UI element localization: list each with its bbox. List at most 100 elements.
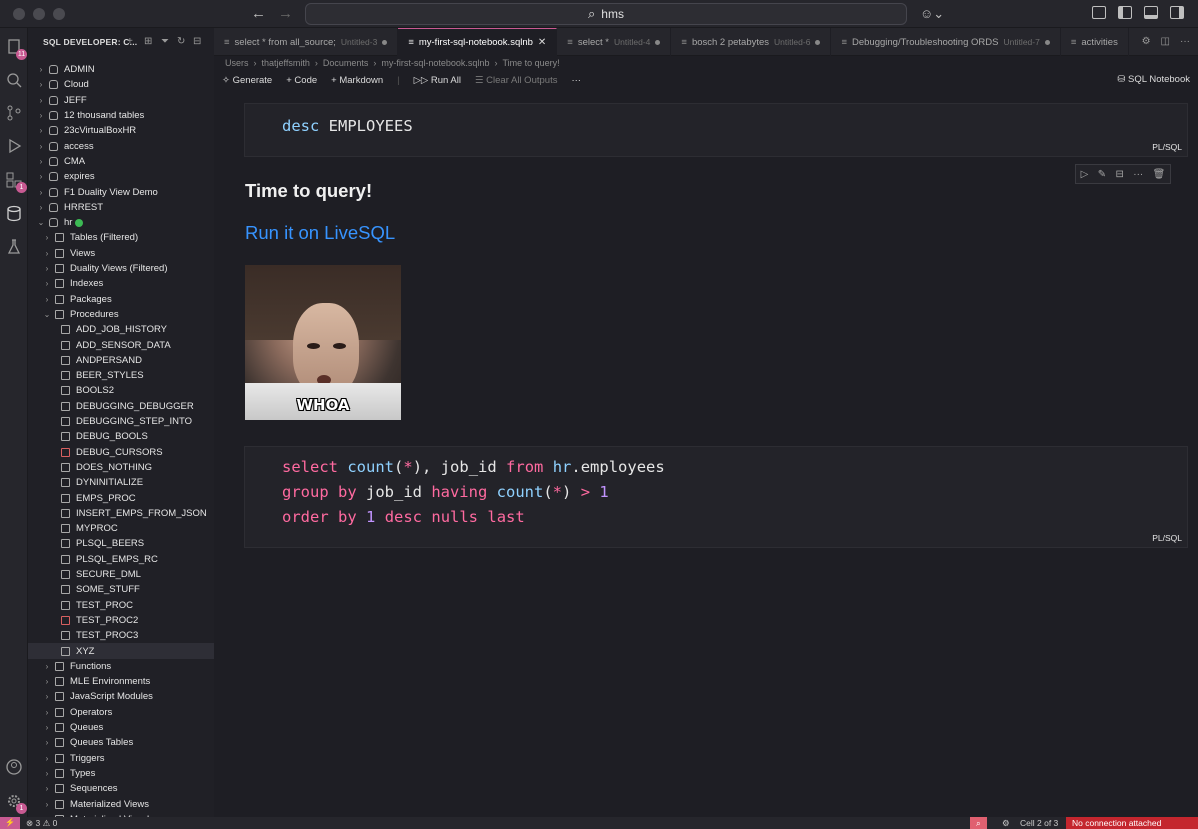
tree-item[interactable]: ADD_JOB_HISTORY [28,322,214,337]
tree-item[interactable]: › JEFF [28,93,214,108]
chevron-right-icon[interactable]: › [42,264,52,273]
tree-item[interactable]: INSERT_EMPS_FROM_JSON [28,506,214,521]
chevron-right-icon[interactable]: › [36,203,46,212]
chevron-right-icon[interactable]: › [42,279,52,288]
editor-tab[interactable]: ≡ activities [1061,28,1129,56]
tree-item[interactable]: › Triggers [28,751,214,766]
cell-language-label[interactable]: PL/SQL [1152,533,1182,543]
tree-item[interactable]: › F1 Duality View Demo [28,184,214,199]
more-icon[interactable]: ··· [1133,169,1143,180]
source-control-icon[interactable] [5,104,23,122]
tree-item[interactable]: › Sequences [28,781,214,796]
chevron-right-icon[interactable]: › [36,188,46,197]
code-cell-1-editor[interactable]: desc EMPLOYEES [282,114,413,139]
editor-tab[interactable]: ≡ select * Untitled-4 [557,28,672,56]
copilot-icon[interactable]: ☺⌄ [920,6,944,22]
sql-developer-icon[interactable] [5,205,23,223]
breadcrumb-item[interactable]: thatjeffsmith [262,58,310,68]
gear-icon[interactable]: ⚙ [1142,36,1151,47]
split-cell-icon[interactable]: ⊟ [1115,169,1123,180]
settings-gear-icon[interactable]: 1 [5,792,27,814]
tree-item[interactable]: › access [28,139,214,154]
breadcrumb-item[interactable]: Documents [323,58,369,68]
kernel-picker[interactable]: ⛁ SQL Notebook [1117,74,1190,85]
layout-icon[interactable] [1092,6,1106,19]
chevron-right-icon[interactable]: › [36,142,46,151]
livesql-link[interactable]: Run it on LiveSQL [245,222,395,244]
tree-item[interactable]: XYZ [28,643,214,659]
tree-item[interactable]: › Tables (Filtered) [28,230,214,245]
account-icon[interactable] [5,758,23,776]
toggle-panel-icon[interactable] [1144,6,1158,19]
clear-all-outputs-button[interactable]: ☰ Clear All Outputs [475,75,557,86]
chevron-right-icon[interactable]: › [36,126,46,135]
tree-item[interactable]: SECURE_DML [28,567,214,582]
tree-item[interactable]: PLSQL_EMPS_RC [28,552,214,567]
chevron-right-icon[interactable]: › [36,111,46,120]
tree-item[interactable]: TEST_PROC [28,598,214,613]
unsaved-dot-icon[interactable] [815,39,821,45]
explorer-icon[interactable]: 11 [5,38,27,60]
chevron-right-icon[interactable]: › [42,708,52,717]
problems-status[interactable]: ⊗ 3 ⚠ 0 [26,818,57,829]
chevron-right-icon[interactable]: › [42,249,52,258]
tree-item[interactable]: BOOLS2 [28,383,214,398]
cell-language-label[interactable]: PL/SQL [1152,142,1182,152]
chevron-right-icon[interactable]: › [42,692,52,701]
chevron-right-icon[interactable]: › [42,769,52,778]
editor-tab[interactable]: ≡ select * from all_source; Untitled-3 [214,28,399,56]
chevron-right-icon[interactable]: › [42,754,52,763]
refresh-icon[interactable]: ↻ [177,37,187,47]
testing-flask-icon[interactable] [5,238,23,256]
tree-item[interactable]: › Queues [28,720,214,735]
back-arrow-icon[interactable]: ← [251,5,266,22]
tree-item[interactable]: DEBUGGING_DEBUGGER [28,399,214,414]
toggle-secondary-sidebar-icon[interactable] [1170,6,1184,19]
tree-item[interactable]: › HRREST [28,200,214,215]
add-markdown-cell-button[interactable]: + Markdown [331,75,383,86]
tree-item[interactable]: › Types [28,766,214,781]
tree-item[interactable]: › expires [28,169,214,184]
tree-item[interactable]: EMPS_PROC [28,490,214,505]
code-cell-1[interactable]: desc EMPLOYEES PL/SQL [244,103,1188,157]
close-window-button[interactable] [13,8,25,20]
search-icon[interactable] [5,71,23,89]
chevron-right-icon[interactable]: › [42,233,52,242]
tree-item[interactable]: › Operators [28,705,214,720]
chevron-right-icon[interactable]: › [42,295,52,304]
more-actions-button[interactable]: ··· [571,75,581,86]
tree-item[interactable]: › Indexes [28,276,214,291]
tree-item[interactable]: › 12 thousand tables [28,108,214,123]
chevron-right-icon[interactable]: › [42,723,52,732]
code-cell-2[interactable]: select count(*), job_id from hr.employee… [244,446,1188,548]
code-cell-2-editor[interactable]: select count(*), job_id from hr.employee… [282,455,665,530]
editor-tab[interactable]: ≡ bosch 2 petabytes Untitled-6 [671,28,832,56]
tree-item[interactable]: ANDPERSAND [28,353,214,368]
breadcrumb-item[interactable]: my-first-sql-notebook.sqlnb [381,58,489,68]
chevron-right-icon[interactable]: › [36,96,46,105]
tree-item[interactable]: › MLE Environments [28,674,214,689]
chevron-right-icon[interactable]: › [42,784,52,793]
more-icon[interactable]: ··· [1180,36,1190,47]
tree-item[interactable]: ⌄ hr [28,215,214,230]
split-editor-icon[interactable]: ◫ [1161,36,1170,47]
collapse-all-icon[interactable]: ⊟ [193,37,203,47]
tree-item[interactable]: DYNINITIALIZE [28,475,214,490]
tree-item[interactable]: TEST_PROC3 [28,628,214,643]
tree-item[interactable]: MYPROC [28,521,214,536]
tree-item[interactable]: › Queues Tables [28,735,214,750]
toggle-sidebar-icon[interactable] [1118,6,1132,19]
chevron-right-icon[interactable]: › [42,800,52,809]
tree-item[interactable]: DEBUG_CURSORS [28,445,214,460]
editor-tab[interactable]: ≡ my-first-sql-notebook.sqlnb ✕ [398,28,558,56]
breadcrumb-item[interactable]: Time to query! [502,58,559,68]
command-center-search[interactable]: ⌕ hms [305,3,907,25]
tree-item[interactable]: › JavaScript Modules [28,689,214,704]
chevron-down-icon[interactable]: ⌄ [42,310,52,319]
tree-item[interactable]: ⌄ Procedures [28,307,214,322]
editor-tab[interactable]: ≡ Debugging/Troubleshooting ORDS Untitled-… [831,28,1061,56]
forward-arrow-icon[interactable]: → [278,5,293,22]
chevron-right-icon[interactable]: › [42,662,52,671]
chevron-right-icon[interactable]: › [36,65,46,74]
tree-item[interactable]: PLSQL_BEERS [28,536,214,551]
